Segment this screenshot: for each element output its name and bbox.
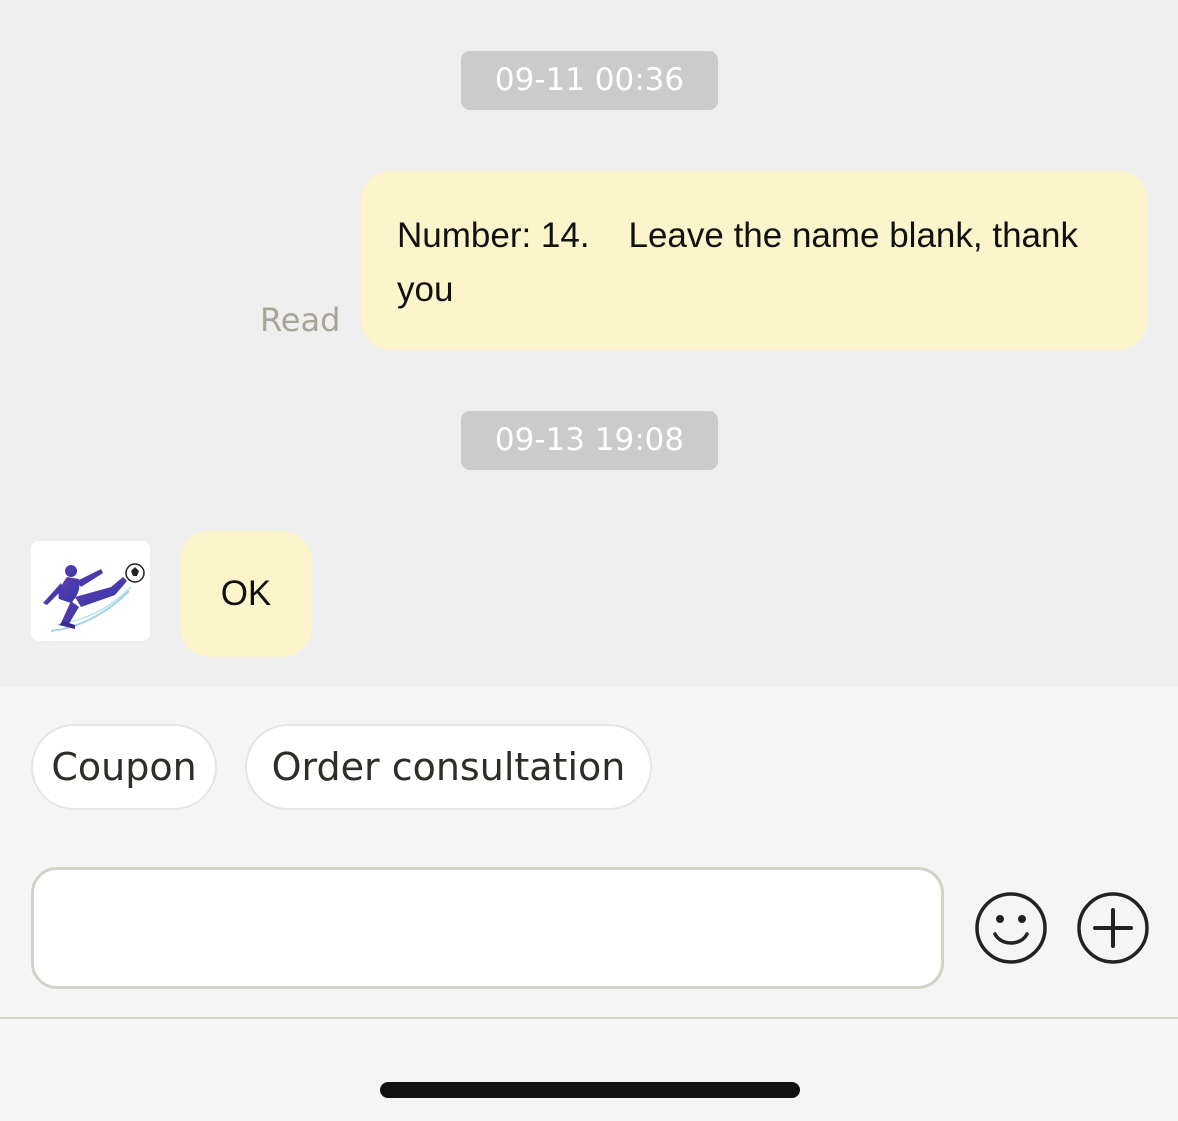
timestamp-badge: 09-13 19:08 [461,411,718,470]
composer-panel: Coupon Order consultation [0,687,1178,1121]
timestamp-badge: 09-11 00:36 [461,51,718,110]
plus-circle-icon [1077,892,1149,964]
avatar[interactable] [31,541,150,641]
add-attachment-button[interactable] [1075,890,1151,966]
emoji-button[interactable] [973,890,1049,966]
divider [0,1017,1178,1019]
soccer-player-avatar-icon [43,563,145,632]
smiley-face-icon [975,892,1047,964]
read-status: Read [260,301,341,339]
coupon-quick-reply-button[interactable]: Coupon [31,724,217,810]
message-input[interactable] [31,867,944,989]
incoming-message-bubble[interactable]: OK [180,531,312,657]
order-consultation-quick-reply-button[interactable]: Order consultation [245,724,652,810]
outgoing-message-bubble[interactable]: Number: 14. Leave the name blank, thank … [361,171,1148,350]
message-list: 09-11 00:36 Read Number: 14. Leave the n… [0,0,1178,687]
home-indicator[interactable] [380,1082,800,1098]
